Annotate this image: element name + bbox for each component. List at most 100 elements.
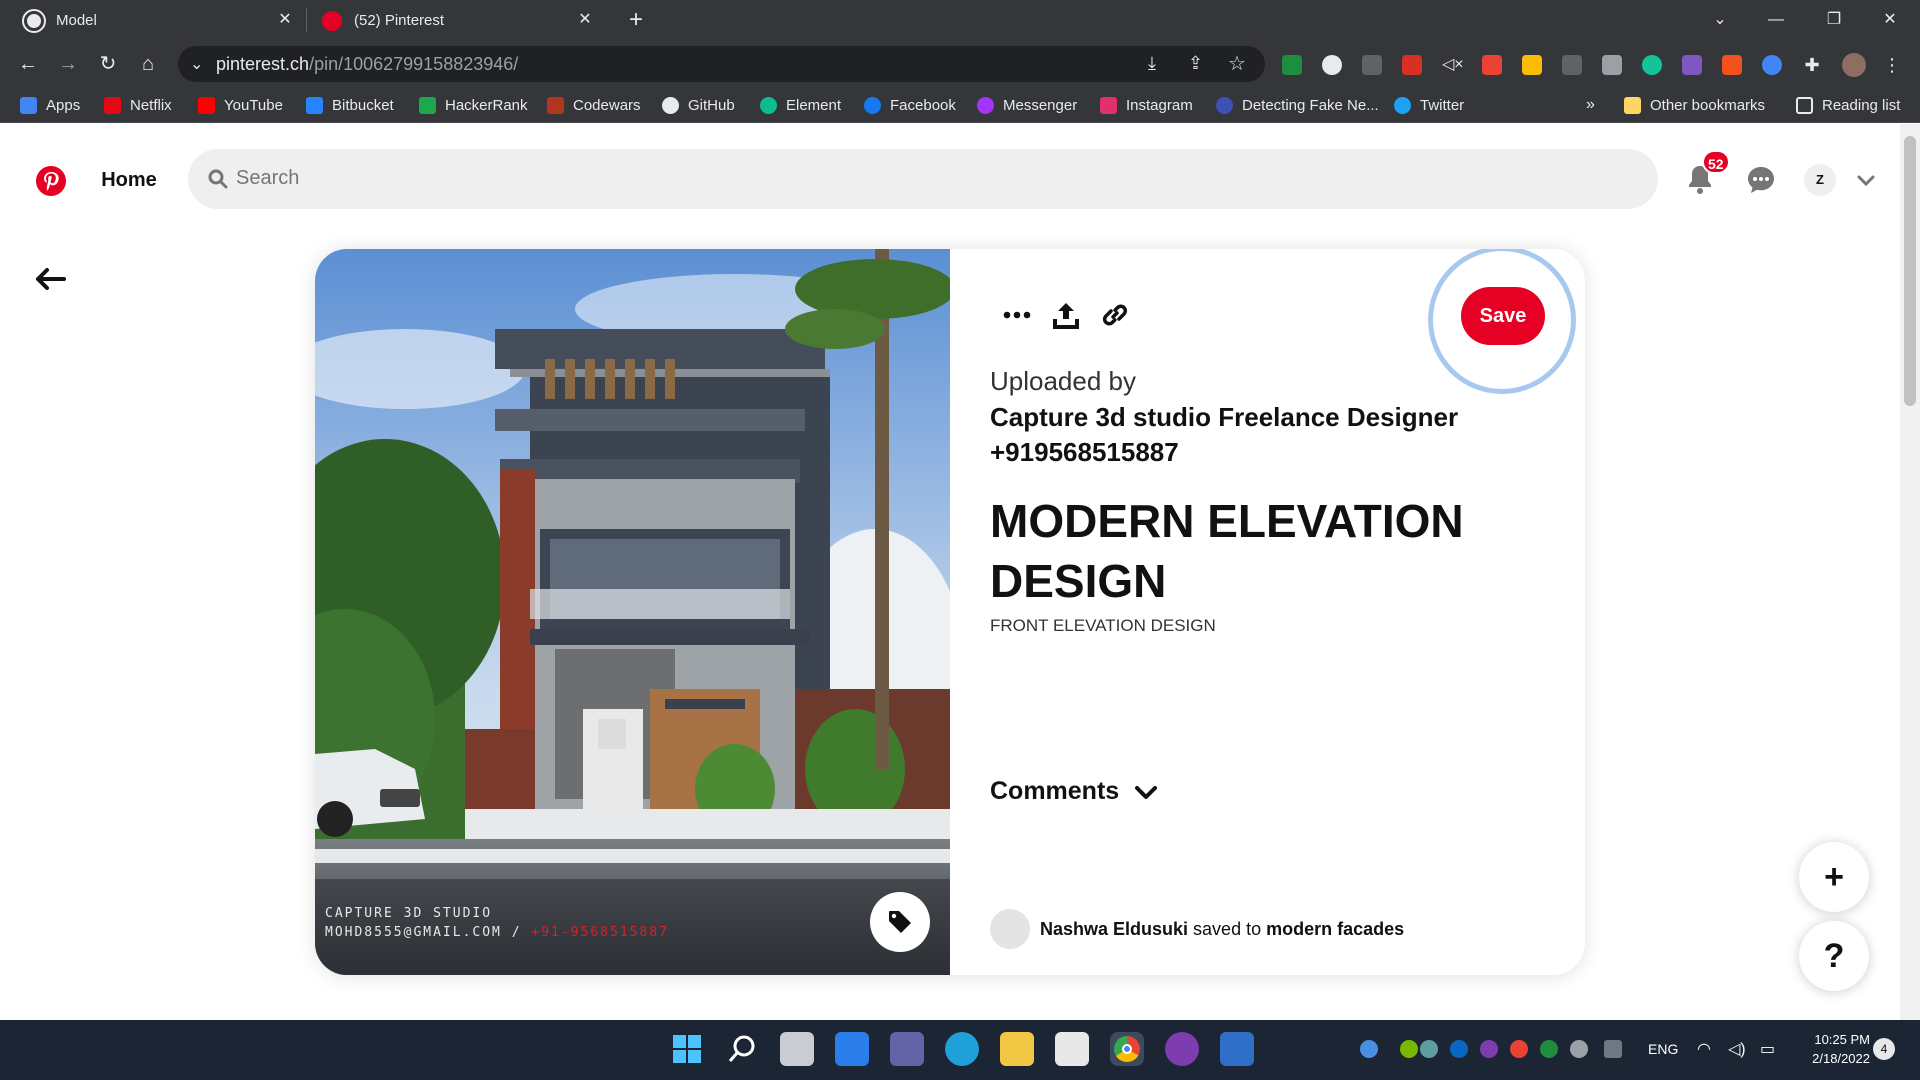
share-icon[interactable]: ⇪ <box>1188 53 1203 74</box>
mute-icon[interactable]: ◁× <box>1442 55 1464 75</box>
shop-tag-button[interactable] <box>870 892 930 952</box>
store-icon[interactable] <box>1055 1032 1089 1066</box>
more-options-button[interactable] <box>993 291 1041 339</box>
bookmark-codewars[interactable]: Codewars <box>547 95 641 115</box>
widgets-icon[interactable] <box>835 1032 869 1066</box>
extensions-icon[interactable]: ✚ <box>1802 55 1822 75</box>
search-icon[interactable] <box>725 1032 759 1066</box>
tab-model[interactable]: Model ✕ <box>12 0 306 41</box>
wifi-icon[interactable]: ◠ <box>1697 1039 1711 1059</box>
chrome-tray-icon[interactable] <box>1510 1040 1528 1058</box>
create-pin-button[interactable]: + <box>1799 842 1869 912</box>
chrome-taskbar-button[interactable] <box>1110 1032 1144 1066</box>
tab-search-icon[interactable]: ⌄ <box>1706 6 1734 34</box>
comments-toggle[interactable]: Comments <box>990 777 1119 806</box>
restore-icon[interactable]: ❐ <box>1820 6 1848 34</box>
bookmark-hackerrank[interactable]: HackerRank <box>419 95 528 115</box>
sync-icon[interactable] <box>1570 1040 1588 1058</box>
bookmark-instagram[interactable]: Instagram <box>1100 95 1193 115</box>
bookmark-github[interactable]: GitHub <box>662 95 735 115</box>
bookmark-bitbucket[interactable]: Bitbucket <box>306 95 394 115</box>
bookmark-netflix[interactable]: Netflix <box>104 95 172 115</box>
viber-tray-icon[interactable] <box>1480 1040 1498 1058</box>
rupee-extension-icon[interactable] <box>1562 55 1582 75</box>
new-extension-icon[interactable] <box>1402 55 1422 75</box>
reload-icon[interactable]: ↻ <box>94 50 122 78</box>
volume-icon[interactable]: ◁) <box>1728 1039 1746 1059</box>
bookmark-facebook[interactable]: Facebook <box>864 95 956 115</box>
tab-pinterest[interactable]: (52) Pinterest ✕ <box>306 0 606 41</box>
pin-owner-link[interactable]: Capture 3d studio Freelance Designer +91… <box>990 400 1510 470</box>
close-tab-icon[interactable]: ✕ <box>276 11 294 29</box>
bookmark-twitter[interactable]: Twitter <box>1394 95 1464 115</box>
teams-chat-icon[interactable] <box>890 1032 924 1066</box>
pin-image[interactable]: CAPTURE 3D STUDIO MOHD8555@GMAIL.COM / +… <box>315 249 950 975</box>
home-icon[interactable]: ⌂ <box>134 50 162 78</box>
block-extension-icon[interactable] <box>1322 55 1342 75</box>
shield-extension-icon[interactable] <box>1282 55 1302 75</box>
account-menu-chevron-icon[interactable] <box>1852 166 1880 194</box>
site-info-icon[interactable]: ⌄ <box>190 54 203 74</box>
notification-center-badge[interactable]: 4 <box>1873 1038 1895 1060</box>
install-icon[interactable]: ⤓ <box>1148 53 1156 74</box>
edge-icon[interactable] <box>945 1032 979 1066</box>
profile-avatar[interactable] <box>1842 53 1866 77</box>
bookmark-messenger[interactable]: Messenger <box>977 95 1077 115</box>
share-button[interactable] <box>1042 291 1090 339</box>
home-nav-button[interactable]: Home <box>84 153 174 207</box>
clock[interactable]: 10:25 PM 2/18/2022 <box>1800 1030 1870 1068</box>
file-explorer-icon[interactable] <box>1000 1032 1034 1066</box>
saver-name[interactable]: Nashwa Eldusuki <box>1040 919 1188 940</box>
html-extension-icon[interactable] <box>1722 55 1742 75</box>
bookmark-apps[interactable]: Apps <box>20 95 80 115</box>
more-bookmarks-icon[interactable]: » <box>1586 95 1595 115</box>
pinterest-logo-icon[interactable] <box>36 166 66 196</box>
minimize-icon[interactable]: — <box>1762 6 1790 34</box>
battery-icon[interactable]: ▭ <box>1760 1039 1775 1059</box>
task-view-icon[interactable] <box>780 1032 814 1066</box>
tray-app-icon[interactable] <box>1360 1040 1378 1058</box>
other-bookmarks[interactable]: Other bookmarks <box>1624 95 1765 115</box>
scrollbar-thumb[interactable] <box>1904 136 1916 406</box>
menu-icon[interactable]: ⋮ <box>1882 55 1902 75</box>
security-icon[interactable] <box>1540 1040 1558 1058</box>
bluetooth-icon[interactable] <box>1450 1040 1468 1058</box>
bookmark-detecting-fake-news[interactable]: Detecting Fake Ne... <box>1216 95 1379 115</box>
forward-icon[interactable]: → <box>54 50 82 78</box>
close-window-icon[interactable]: ✕ <box>1876 6 1904 34</box>
start-windows-icon[interactable] <box>670 1032 704 1066</box>
facebook-extension-icon[interactable] <box>1362 55 1382 75</box>
back-arrow-icon[interactable] <box>34 264 68 294</box>
puzzle-extension-icon[interactable] <box>1602 55 1622 75</box>
bookmark-star-icon[interactable]: ☆ <box>1228 51 1246 76</box>
vpn-extension-icon[interactable] <box>1762 55 1782 75</box>
messages-button[interactable] <box>1741 160 1781 200</box>
grammarly-icon[interactable] <box>1642 55 1662 75</box>
reading-list[interactable]: Reading list <box>1796 95 1900 115</box>
back-icon[interactable]: ← <box>14 50 42 78</box>
bookmark-element[interactable]: Element <box>760 95 841 115</box>
address-bar[interactable]: ⌄ pinterest.ch/pin/10062799158823946/ ⤓ … <box>178 46 1265 82</box>
clock-app-icon[interactable] <box>1420 1040 1438 1058</box>
saver-board-link[interactable]: modern facades <box>1266 919 1404 940</box>
nvidia-icon[interactable] <box>1400 1040 1418 1058</box>
notifications-button[interactable]: 52 <box>1680 150 1730 200</box>
new-tab-button[interactable]: + <box>624 8 648 32</box>
page-scrollbar[interactable] <box>1900 124 1920 1020</box>
keyboard-icon[interactable] <box>1604 1040 1622 1058</box>
copy-link-button[interactable] <box>1091 291 1139 339</box>
language-indicator[interactable]: ENG <box>1648 1041 1678 1057</box>
close-tab-icon[interactable]: ✕ <box>576 11 594 29</box>
viber-icon[interactable] <box>1165 1032 1199 1066</box>
tp-extension-icon[interactable] <box>1482 55 1502 75</box>
profile-avatar[interactable]: Z <box>1804 164 1836 196</box>
bookmark-youtube[interactable]: YouTube <box>198 95 283 115</box>
save-button[interactable]: Save <box>1461 287 1545 345</box>
color-extension-icon[interactable] <box>1522 55 1542 75</box>
saver-avatar[interactable] <box>990 909 1030 949</box>
sketchup-icon[interactable] <box>1220 1032 1254 1066</box>
search-input[interactable]: Search <box>188 149 1658 209</box>
help-button[interactable]: ? <box>1799 921 1869 991</box>
cup-extension-icon[interactable] <box>1682 55 1702 75</box>
chevron-down-icon[interactable] <box>1132 779 1160 807</box>
